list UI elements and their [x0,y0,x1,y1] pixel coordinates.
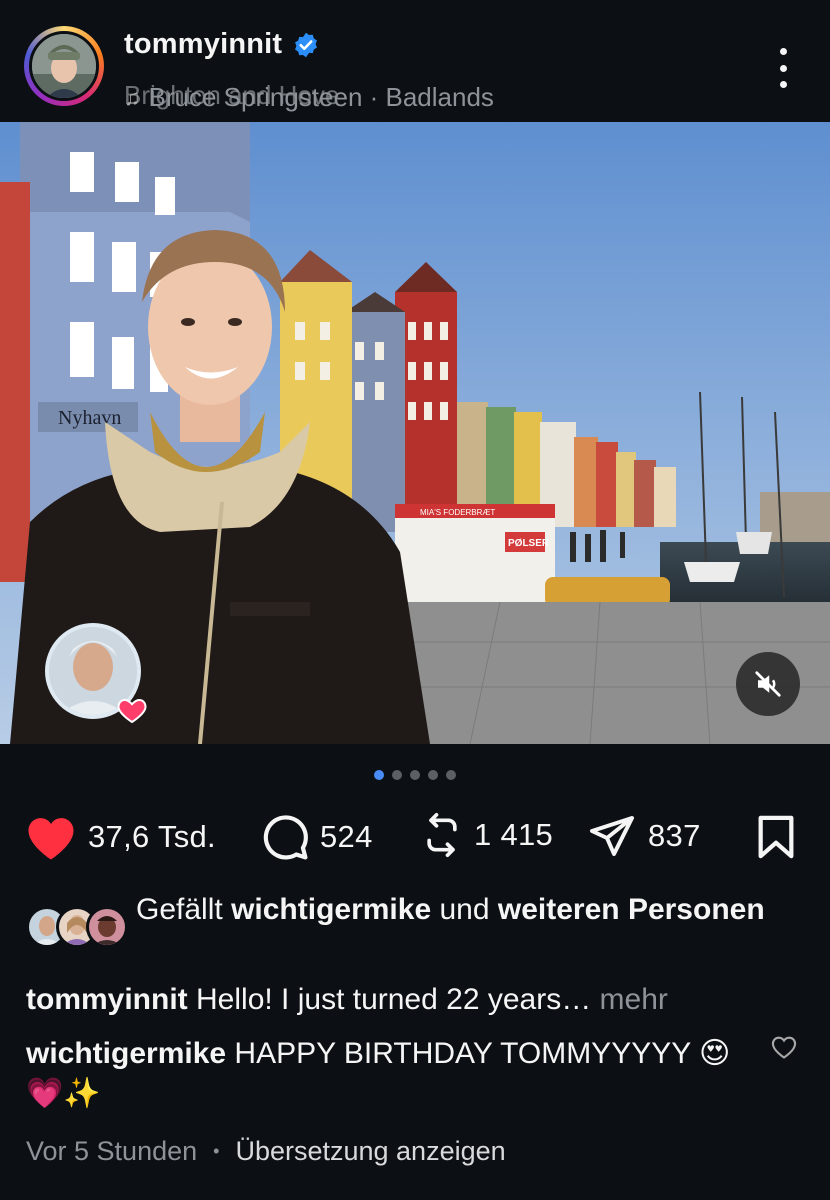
music-note-icon: ♫ [124,84,141,110]
story-ring-avatar[interactable] [24,26,104,106]
caption-text: Hello! I just turned 22 years… [196,983,592,1016]
comment-button[interactable]: 524 [260,812,373,862]
timestamp: Vor 5 Stunden [26,1136,198,1166]
post-photo[interactable]: Nyhavn MIA'S FODERBRÆT PØLSER [0,122,830,744]
action-bar: 37,6 Tsd. 524 1 415 837 [24,812,804,864]
repost-icon [427,813,457,857]
heart-icon [28,818,74,860]
mute-button[interactable] [736,652,800,716]
music-track: Bruce Springsteen · Badlands [148,82,494,112]
repost-count: 1 415 [474,817,554,852]
like-count[interactable]: 37,6 Tsd. [88,819,216,855]
post-header: tommyinnit Brighton and Hove ♫ Bruce Spr… [0,0,830,122]
more-options-button[interactable] [770,48,796,88]
comment: wichtigermike HAPPY BIRTHDAY TOMMYYYYY 😍… [26,1034,746,1114]
username-row: tommyinnit [124,28,320,61]
liked-by-others[interactable]: weiteren Personen [498,893,765,926]
header-subline: Brighton and Hove ♫ Bruce Springsteen · … [124,80,684,116]
liked-by-text: Gefällt wichtigermike und weiteren Perso… [136,893,765,926]
caption-username[interactable]: tommyinnit [26,983,188,1016]
caption-more-link[interactable]: mehr [600,983,668,1016]
heart-icon [771,1036,797,1059]
carousel-dot [410,770,420,780]
username[interactable]: tommyinnit [124,28,282,61]
meta-separator: • [213,1141,220,1161]
carousel-dot-active [374,770,384,780]
carousel-indicator [0,770,830,780]
liked-by-row[interactable]: Gefällt wichtigermike und weiteren Perso… [26,890,806,970]
caption: tommyinnit Hello! I just turned 22 years… [26,980,806,1020]
carousel-dot [446,770,456,780]
like-button[interactable]: 37,6 Tsd. [24,812,216,862]
liked-by-user[interactable]: wichtigermike [231,893,431,926]
verified-badge-icon [295,32,318,57]
music-label[interactable]: ♫ Bruce Springsteen · Badlands [124,82,494,113]
avatar [86,906,128,948]
polser-text: PØLSER [508,538,550,549]
share-count: 837 [648,818,701,853]
share-button[interactable]: 837 [586,812,701,860]
heart-icon [117,698,147,724]
post-meta: Vor 5 Stunden • Übersetzung anzeigen [26,1136,506,1167]
more-options-icon [779,48,787,55]
liker-avatars [26,906,128,950]
carousel-dot [392,770,402,780]
bookmark-icon [758,815,794,859]
carousel-dot [428,770,438,780]
mute-icon [755,671,781,697]
avatar[interactable] [29,31,99,101]
share-icon [590,816,634,856]
comment-username[interactable]: wichtigermike [26,1037,226,1070]
save-button[interactable] [754,814,798,865]
comment-icon [263,815,308,860]
sign-text: Nyhavn [58,407,121,429]
avatar-image [32,34,96,98]
kiosk-text: MIA'S FODERBRÆT [420,508,495,517]
comment-like-button[interactable] [770,1034,798,1065]
repost-button[interactable]: 1 415 [420,812,553,858]
translate-link[interactable]: Übersetzung anzeigen [235,1136,505,1167]
comment-count: 524 [320,819,373,854]
